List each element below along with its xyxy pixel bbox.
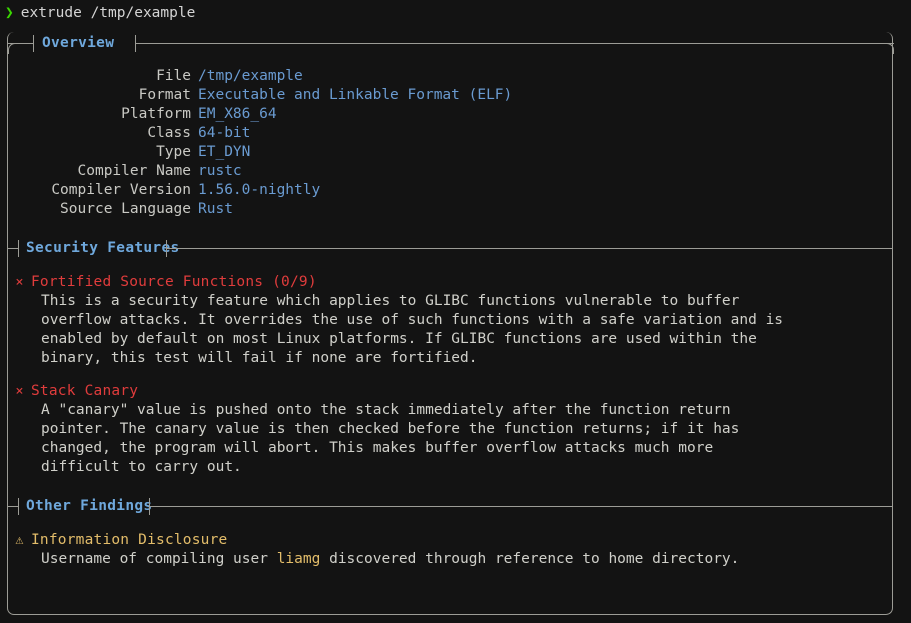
overview-value: 64-bit <box>198 125 251 141</box>
panel-body: File /tmp/example Format Executable and … <box>8 54 892 614</box>
overview-key: Compiler Version <box>51 182 191 198</box>
list-item: × Stack Canary A "canary" value is pushe… <box>8 382 892 477</box>
prompt-chevron-icon: ❯ <box>5 4 14 21</box>
overview-value: Executable and Linkable Format (ELF) <box>198 87 513 103</box>
overview-value: /tmp/example <box>198 68 303 84</box>
description-line: overflow attacks. It overrides the use o… <box>41 312 784 328</box>
shell-prompt-line: ❯ extrude /tmp/example <box>0 0 911 26</box>
finding-name: Stack Canary <box>31 383 139 399</box>
overview-key: Compiler Name <box>77 163 192 179</box>
description-line: A "canary" value is pushed onto the stac… <box>41 402 731 418</box>
overview-value: Rust <box>198 201 233 217</box>
section-title: Other Findings <box>26 498 153 514</box>
panel-corner-top-right <box>886 43 894 54</box>
section-header-other-findings: Other Findings <box>8 495 892 517</box>
shell-command-text: extrude /tmp/example <box>20 4 196 21</box>
description-line: enabled by default on most Linux platfor… <box>41 331 757 347</box>
overview-value: 1.56.0-nightly <box>198 182 321 198</box>
overview-key: File <box>156 68 191 84</box>
overview-value: EM_X86_64 <box>198 106 277 122</box>
table-row: Type ET_DYN <box>8 143 892 162</box>
description-line: difficult to carry out. <box>41 459 242 475</box>
finding-title: × Stack Canary <box>8 382 892 401</box>
disclosed-username: liamg <box>276 551 321 567</box>
panel-top-border <box>8 32 894 54</box>
section-tick-left <box>18 498 19 515</box>
list-item: × Fortified Source Functions (0/9) This … <box>8 273 892 368</box>
finding-name: Fortified Source Functions (0/9) <box>31 274 317 290</box>
table-row: Platform EM_X86_64 <box>8 105 892 124</box>
other-findings-list: ⚠ Information Disclosure Username of com… <box>8 517 892 569</box>
section-rule-left <box>8 506 18 507</box>
panel-top-rule-right <box>135 43 894 44</box>
table-row: Source Language Rust <box>8 200 892 219</box>
description-line: pointer. The canary value is then checke… <box>41 421 740 437</box>
warning-triangle-icon: ⚠ <box>15 532 24 548</box>
finding-title: × Fortified Source Functions (0/9) <box>8 273 892 292</box>
list-item: ⚠ Information Disclosure Username of com… <box>8 531 892 569</box>
panel-title-overview: Overview <box>42 35 115 51</box>
fail-cross-icon: × <box>15 274 24 290</box>
description-line: changed, the program will abort. This ma… <box>41 440 714 456</box>
overview-value: ET_DYN <box>198 144 251 160</box>
section-rule-left <box>8 248 18 249</box>
table-row: File /tmp/example <box>8 67 892 86</box>
panel-title-tick-left <box>33 35 34 52</box>
description-line: binary, this test will fail if none are … <box>41 350 478 366</box>
panel-corner-top-left <box>8 43 16 54</box>
overview-value: rustc <box>198 163 242 179</box>
section-rule-right <box>166 248 892 249</box>
description-line: Username of compiling user liamg discove… <box>41 550 878 569</box>
overview-key: Type <box>156 144 191 160</box>
finding-name: Information Disclosure <box>31 532 228 548</box>
finding-description: A "canary" value is pushed onto the stac… <box>8 401 892 477</box>
section-title: Security Features <box>26 240 180 256</box>
finding-description: Username of compiling user liamg discove… <box>8 550 892 569</box>
description-prefix: Username of compiling user <box>41 551 277 567</box>
fail-cross-icon: × <box>15 383 24 399</box>
overview-key: Platform <box>121 106 191 122</box>
table-row: Compiler Version 1.56.0-nightly <box>8 181 892 200</box>
report-panel: Overview File /tmp/example Format Execut… <box>7 32 894 615</box>
section-header-security-features: Security Features <box>8 237 892 259</box>
table-row: Format Executable and Linkable Format (E… <box>8 86 892 105</box>
overview-key: Class <box>147 125 191 141</box>
section-rule-right <box>149 506 892 507</box>
finding-description: This is a security feature which applies… <box>8 292 892 368</box>
section-tick-left <box>18 240 19 257</box>
table-row: Class 64-bit <box>8 124 892 143</box>
description-suffix: discovered through reference to home dir… <box>320 551 740 567</box>
overview-key: Source Language <box>60 201 191 217</box>
finding-title: ⚠ Information Disclosure <box>8 531 892 550</box>
panel-title-tick-right <box>135 35 136 52</box>
overview-key: Format <box>138 87 191 103</box>
table-row: Compiler Name rustc <box>8 162 892 181</box>
security-findings-list: × Fortified Source Functions (0/9) This … <box>8 259 892 477</box>
description-line: This is a security feature which applies… <box>41 293 740 309</box>
overview-table: File /tmp/example Format Executable and … <box>8 54 892 219</box>
panel-top-rule-left <box>8 43 33 44</box>
